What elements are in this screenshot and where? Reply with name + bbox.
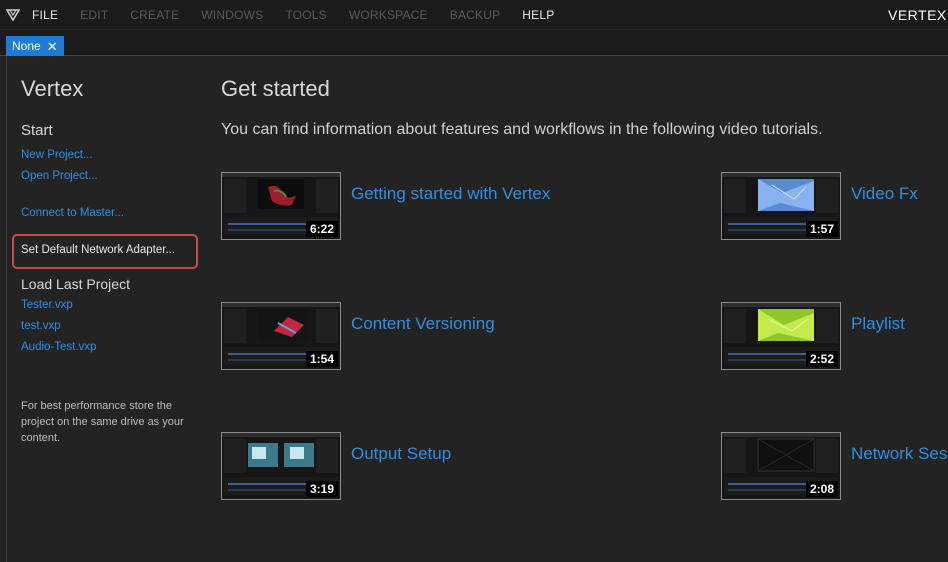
tutorial-thumbnail[interactable]: 6:22 bbox=[221, 172, 341, 240]
menu-create[interactable]: CREATE bbox=[130, 8, 179, 22]
video-duration: 3:19 bbox=[305, 481, 338, 497]
menu-file[interactable]: FILE bbox=[32, 8, 58, 22]
tutorial-link[interactable]: Playlist bbox=[851, 314, 905, 334]
close-icon[interactable]: ✕ bbox=[47, 40, 58, 53]
menu-tools[interactable]: TOOLS bbox=[285, 8, 326, 22]
tutorial-thumbnail[interactable]: 1:54 bbox=[221, 302, 341, 370]
menu-bar: FILE EDIT CREATE WINDOWS TOOLS WORKSPACE… bbox=[0, 0, 948, 30]
app-title: VERTEX S bbox=[888, 7, 948, 23]
tutorial-thumbnail[interactable]: 2:52 bbox=[721, 302, 841, 370]
vertex-logo-icon[interactable] bbox=[6, 7, 22, 23]
recent-project-link[interactable]: Tester.vxp bbox=[21, 299, 73, 311]
open-project-link[interactable]: Open Project... bbox=[21, 170, 98, 182]
video-duration: 6:22 bbox=[305, 221, 338, 237]
tutorial-link[interactable]: Content Versioning bbox=[351, 314, 495, 334]
start-heading: Start bbox=[21, 122, 53, 139]
menu-windows[interactable]: WINDOWS bbox=[201, 8, 263, 22]
sidebar-title: Vertex bbox=[21, 76, 84, 101]
video-duration: 2:08 bbox=[805, 481, 838, 497]
highlight-annotation bbox=[12, 234, 198, 269]
video-duration: 2:52 bbox=[805, 351, 838, 367]
panel-divider bbox=[6, 56, 7, 562]
video-duration: 1:57 bbox=[805, 221, 838, 237]
tutorial-thumbnail[interactable]: 1:57 bbox=[721, 172, 841, 240]
load-last-project-heading: Load Last Project bbox=[21, 276, 130, 292]
tutorial-thumbnail[interactable]: 2:08 bbox=[721, 432, 841, 500]
recent-project-link[interactable]: Audio-Test.vxp bbox=[21, 341, 96, 353]
menu-edit[interactable]: EDIT bbox=[80, 8, 108, 22]
tab-none[interactable]: None ✕ bbox=[6, 36, 64, 56]
tab-label: None bbox=[12, 39, 41, 53]
tutorial-link[interactable]: Video Fx bbox=[851, 184, 918, 204]
recent-project-link[interactable]: test.vxp bbox=[21, 320, 61, 332]
page-title: Get started bbox=[221, 76, 330, 101]
menu-backup[interactable]: BACKUP bbox=[450, 8, 501, 22]
menu-help[interactable]: HELP bbox=[522, 8, 554, 22]
menu-workspace[interactable]: WORKSPACE bbox=[349, 8, 428, 22]
page-subtitle: You can find information about features … bbox=[221, 121, 823, 138]
video-duration: 1:54 bbox=[305, 351, 338, 367]
new-project-link[interactable]: New Project... bbox=[21, 149, 93, 161]
tutorial-thumbnail[interactable]: 3:19 bbox=[221, 432, 341, 500]
performance-tip: For best performance store the project o… bbox=[21, 400, 184, 444]
connect-master-link[interactable]: Connect to Master... bbox=[21, 207, 124, 219]
tutorial-link[interactable]: Output Setup bbox=[351, 444, 451, 464]
tutorial-link[interactable]: Getting started with Vertex bbox=[351, 184, 550, 204]
document-tab-bar: None ✕ bbox=[0, 31, 948, 56]
tutorial-link[interactable]: Network Sess bbox=[851, 444, 948, 464]
